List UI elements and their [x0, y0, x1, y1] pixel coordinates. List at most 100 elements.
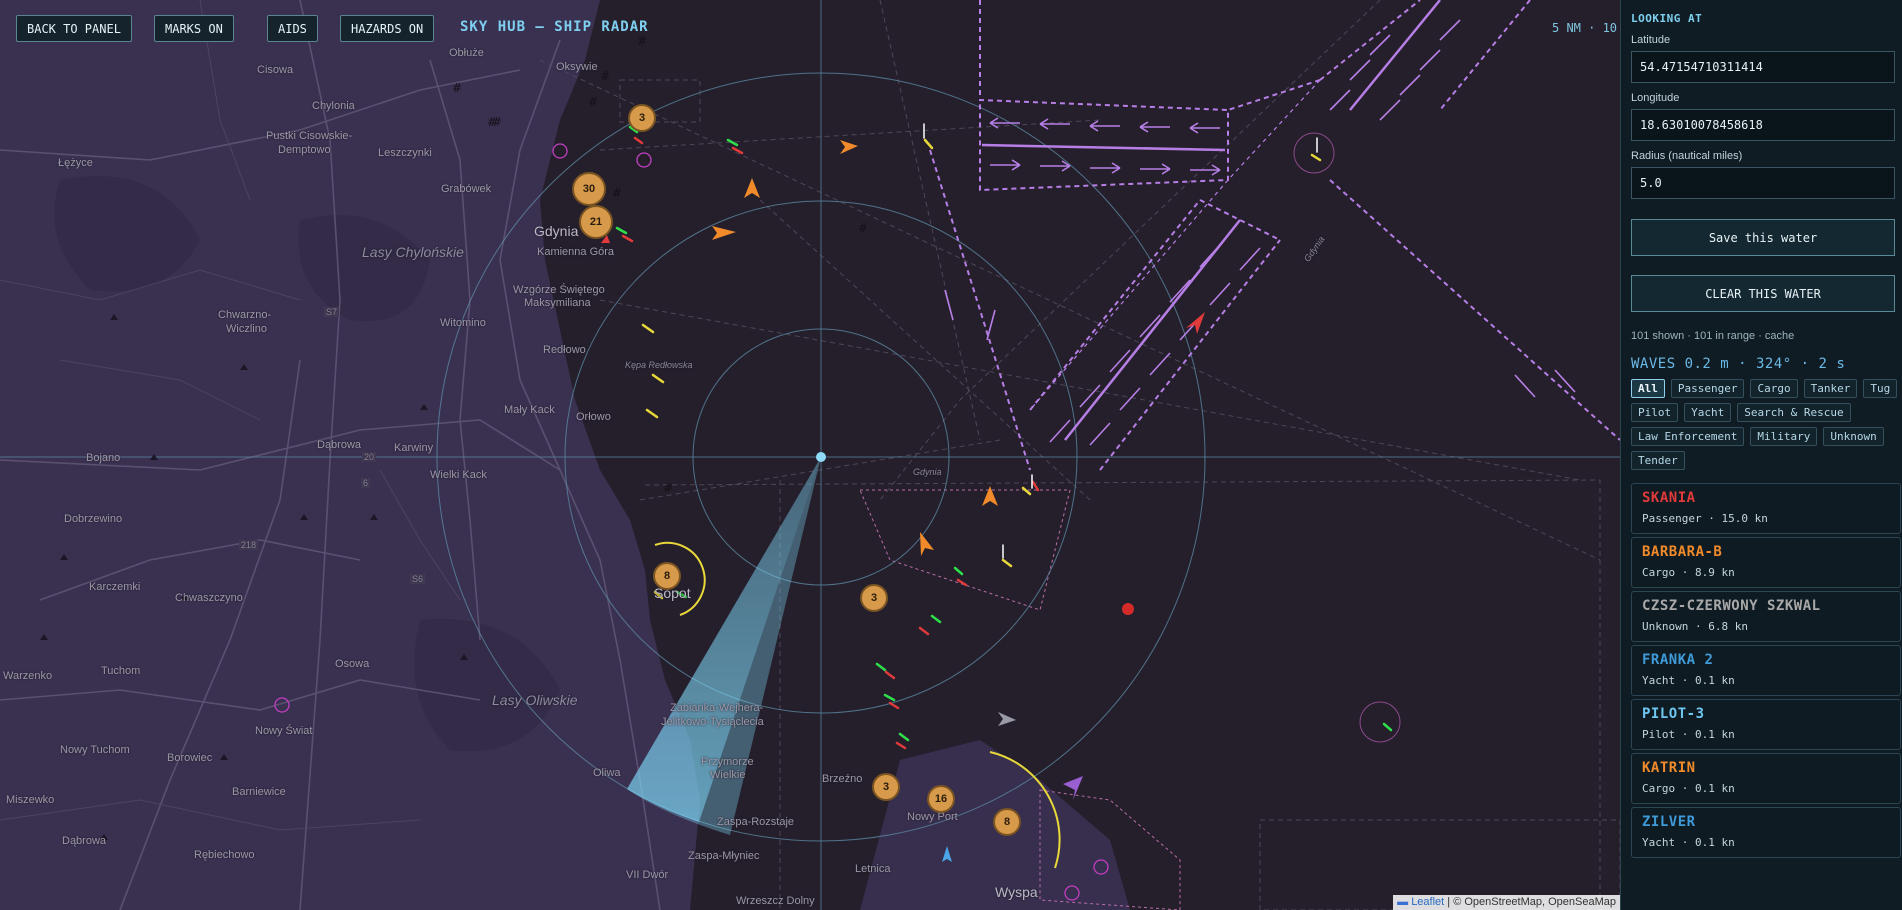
place-label: Borowiec [167, 752, 213, 764]
place-label: Barniewice [232, 786, 286, 798]
filter-chip[interactable]: Tanker [1803, 379, 1858, 398]
place-label: Kamienna Góra [537, 246, 615, 258]
ship-info: Passenger · 15.0 kn [1642, 512, 1768, 525]
road-label: S7 [324, 307, 340, 317]
ship-card[interactable]: KATRIN Cargo · 0.1 kn [1631, 753, 1901, 804]
place-label: Mały Kack [504, 404, 555, 416]
place-label: Nowy Tuchom [60, 744, 130, 756]
ship-card[interactable]: BARBARA-B Cargo · 8.9 kn [1631, 537, 1901, 588]
place-label: Letnica [855, 863, 891, 875]
vessel-cluster[interactable]: 30 [572, 172, 606, 206]
radius-input[interactable] [1631, 167, 1895, 199]
svg-text:#: # [637, 34, 647, 48]
place-label: Chylonia [312, 100, 355, 112]
ship-card[interactable]: CZSZ-CZERWONY SZKWAL Unknown · 6.8 kn [1631, 591, 1901, 642]
place-label: Dąbrowa [317, 439, 362, 451]
svg-text:#: # [452, 81, 462, 95]
place-label: Karczemki [89, 581, 141, 593]
svg-text:#: # [612, 186, 622, 200]
tss-arrows [944, 19, 1576, 446]
filter-chip[interactable]: Pilot [1631, 403, 1679, 422]
place-label: Przymorze [701, 756, 754, 768]
place-label: Pustki Cisowskie- [266, 130, 353, 142]
filter-chip[interactable]: Cargo [1750, 379, 1798, 398]
svg-text:#: # [588, 95, 598, 109]
marks-toggle-button[interactable]: MARKS ON [154, 15, 234, 42]
place-label: Wzgórze Świętego [513, 284, 605, 296]
place-label: Oksywie [556, 61, 598, 73]
place-label: Wrzeszcz Dolny [736, 895, 815, 907]
place-label: Obłuże [449, 47, 484, 59]
place-label: Jelitkowo-Tysiąclecia [661, 716, 764, 728]
ship-name: ZILVER [1642, 814, 1696, 830]
back-to-panel-button[interactable]: BACK TO PANEL [16, 15, 132, 42]
place-label: Orłowo [576, 411, 611, 423]
vessel-cluster[interactable]: 3 [860, 584, 888, 612]
flag-icon: ▬ [1397, 896, 1409, 908]
ship-info: Cargo · 8.9 kn [1642, 566, 1735, 579]
ship-info: Yacht · 0.1 kn [1642, 836, 1735, 849]
place-label: Witomino [440, 317, 486, 329]
place-label: Maksymiliana [524, 297, 591, 309]
filter-chip[interactable]: All [1631, 379, 1665, 398]
longitude-label: Longitude [1631, 92, 1680, 104]
svg-text:#: # [600, 69, 610, 83]
ship-card[interactable]: ZILVER Yacht · 0.1 kn [1631, 807, 1901, 858]
road-label: 6 [361, 478, 371, 488]
place-label: Zaspa-Rozstaje [717, 816, 795, 828]
clear-water-button[interactable]: CLEAR THIS WATER [1631, 275, 1895, 312]
ship-info: Cargo · 0.1 kn [1642, 782, 1735, 795]
filter-chip[interactable]: Military [1750, 427, 1818, 446]
ship-card[interactable]: FRANKA 2 Yacht · 0.1 kn [1631, 645, 1901, 696]
radar-map[interactable]: # # # # # # # # # Obłuże Oksywie Cisowa Chylon… [0, 0, 1620, 910]
place-label: Dobrzewino [64, 513, 123, 525]
filter-chip[interactable]: Law Enforcement [1631, 427, 1745, 446]
place-label: Gdynia [913, 467, 942, 477]
ship-name: KATRIN [1642, 760, 1696, 776]
ship-list: SKANIA Passenger · 15.0 kn BARBARA-B Cargo … [1631, 483, 1901, 858]
place-label: Łężyce [58, 157, 93, 169]
leaflet-link[interactable]: Leaflet [1411, 896, 1444, 908]
place-label: Wielkie [710, 769, 746, 781]
filter-chip[interactable]: Tender [1631, 451, 1685, 470]
filter-chip[interactable]: Search & Rescue [1737, 403, 1851, 422]
longitude-input[interactable] [1631, 109, 1895, 141]
vessel-cluster[interactable]: 16 [927, 785, 955, 813]
latitude-label: Latitude [1631, 34, 1671, 46]
vessel-cluster[interactable]: 8 [653, 562, 681, 590]
filter-chip[interactable]: Unknown [1823, 427, 1884, 446]
ship-card[interactable]: PILOT-3 Pilot · 0.1 kn [1631, 699, 1901, 750]
place-label: Nowy Port [907, 811, 958, 823]
vessel-cluster[interactable]: 3 [872, 773, 900, 801]
road-label: 218 [239, 540, 259, 550]
place-label: Tuchom [101, 665, 141, 677]
place-label: Wiczlino [226, 323, 267, 335]
filter-chip[interactable]: Passenger [1670, 379, 1745, 398]
place-label: Chwarzno- [218, 309, 272, 321]
map-attribution: ▬ Leaflet | © OpenStreetMap, OpenSeaMap [1393, 895, 1620, 910]
attribution-text: | © OpenStreetMap, OpenSeaMap [1444, 896, 1616, 908]
vessel-type-filters: All Passenger Cargo Tanker Tug Pilot Yacht Sear… [1631, 379, 1901, 470]
filter-chip[interactable]: Yacht [1684, 403, 1732, 422]
save-water-button[interactable]: Save this water [1631, 219, 1895, 256]
vessel-cluster[interactable]: 21 [579, 205, 613, 239]
ship-name: SKANIA [1642, 490, 1696, 506]
radius-label: Radius (nautical miles) [1631, 150, 1743, 162]
place-label: Lasy Chylońskie [362, 244, 464, 260]
filter-chip[interactable]: Tug [1863, 379, 1898, 398]
aids-toggle-button[interactable]: AIDS [267, 15, 318, 42]
ship-name: CZSZ-CZERWONY SZKWAL [1642, 598, 1821, 614]
place-label: Grabówek [441, 183, 492, 195]
ship-name: PILOT-3 [1642, 706, 1705, 722]
radar-center-dot [816, 452, 826, 462]
place-label: Rębiechowo [194, 849, 255, 861]
svg-text:#: # [487, 115, 497, 129]
road-label: 20 [362, 452, 377, 462]
vessel-cluster[interactable]: 8 [993, 808, 1021, 836]
vessel-cluster[interactable]: 3 [628, 104, 656, 132]
place-label: Kępa Redłowska [625, 360, 693, 370]
latitude-input[interactable] [1631, 51, 1895, 83]
hazards-toggle-button[interactable]: HAZARDS ON [340, 15, 435, 42]
ship-card[interactable]: SKANIA Passenger · 15.0 kn [1631, 483, 1901, 534]
svg-text:#: # [858, 221, 868, 235]
